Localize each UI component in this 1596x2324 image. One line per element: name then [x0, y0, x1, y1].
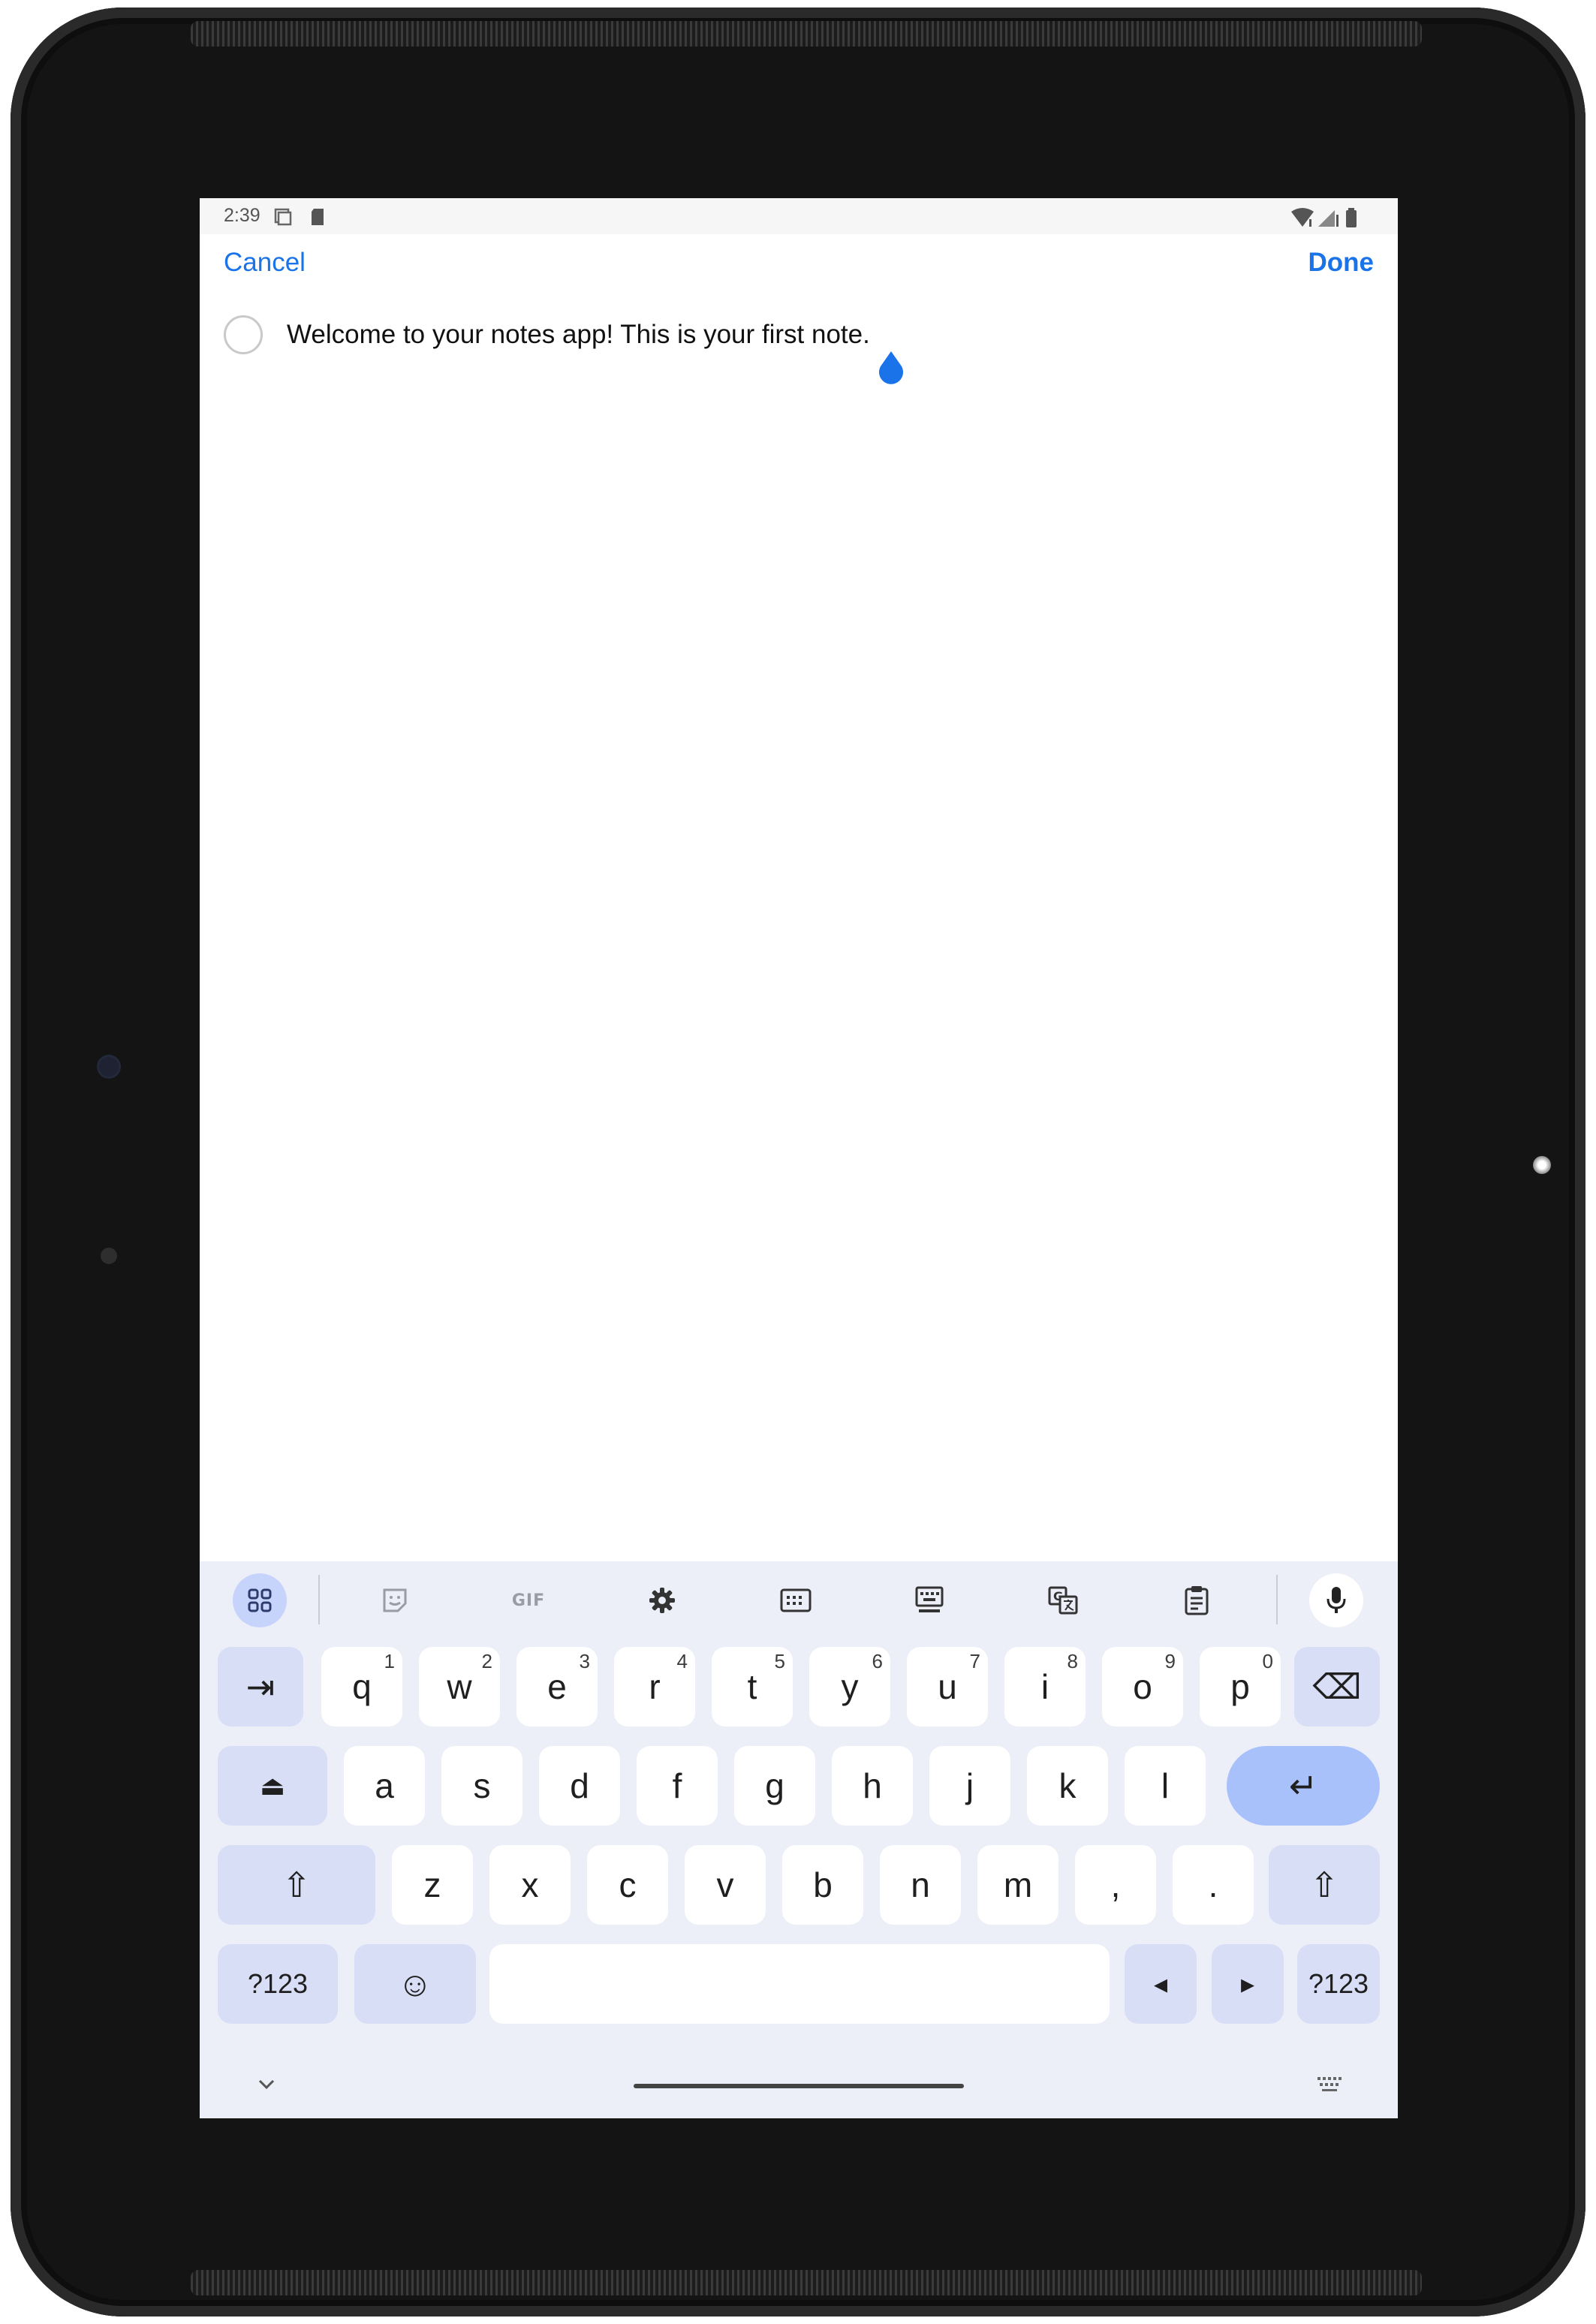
emoji-key[interactable]: ☺ [354, 1944, 476, 2024]
key-o[interactable]: o9 [1102, 1647, 1183, 1726]
screen: 2:39 Cancel Done Welcome to your notes a… [200, 198, 1398, 2118]
shift-left-key[interactable]: ⇧ [218, 1845, 375, 1925]
key-w[interactable]: w2 [419, 1647, 500, 1726]
key-l[interactable]: l [1125, 1746, 1206, 1826]
floating-keyboard-icon[interactable] [902, 1573, 956, 1627]
translate-icon[interactable]: G [1036, 1573, 1090, 1627]
home-indicator[interactable] [634, 2084, 964, 2088]
sticker-icon[interactable] [368, 1573, 422, 1627]
key-k[interactable]: k [1027, 1746, 1108, 1826]
key-y[interactable]: y6 [809, 1647, 890, 1726]
key-hint: 8 [1067, 1650, 1078, 1672]
key-hint: 5 [774, 1650, 785, 1672]
note-header: Cancel Done [200, 234, 1398, 302]
cancel-button[interactable]: Cancel [224, 248, 306, 278]
space-key[interactable] [489, 1944, 1110, 2024]
key-p[interactable]: p0 [1200, 1647, 1281, 1726]
speaker-grille-bottom [191, 2270, 1422, 2295]
key-period[interactable]: . [1173, 1845, 1254, 1925]
key-hint: 9 [1164, 1650, 1176, 1672]
key-hint: 0 [1262, 1650, 1273, 1672]
key-q[interactable]: q1 [321, 1647, 402, 1726]
keyboard-toolbar: GIF G [200, 1561, 1398, 1639]
symbols-key-right[interactable]: ?123 [1297, 1944, 1380, 2024]
mic-icon[interactable] [1309, 1573, 1363, 1627]
status-time: 2:39 [224, 205, 260, 226]
note-checkbox[interactable] [224, 315, 263, 354]
key-x[interactable]: x [489, 1845, 571, 1925]
done-button[interactable]: Done [1308, 248, 1375, 278]
light-sensor-icon [101, 1248, 117, 1264]
key-j[interactable]: j [929, 1746, 1010, 1826]
sd-card-icon [312, 209, 324, 225]
key-t[interactable]: t5 [712, 1647, 793, 1726]
caps-lock-key[interactable]: ⏏ [218, 1746, 327, 1826]
cursor-right-key[interactable]: ▸ [1212, 1944, 1284, 2024]
keyboard-switch-icon[interactable] [1315, 2075, 1344, 2094]
note-item[interactable]: Welcome to your notes app! This is your … [224, 311, 1380, 356]
key-e[interactable]: e3 [516, 1647, 598, 1726]
one-handed-icon[interactable] [769, 1573, 823, 1627]
front-camera-icon [99, 1057, 119, 1076]
key-comma[interactable]: , [1075, 1845, 1156, 1925]
key-hint: 7 [969, 1650, 980, 1672]
keyboard-nav-bar [200, 2057, 1398, 2118]
key-hint: 6 [872, 1650, 883, 1672]
key-hint: 4 [676, 1650, 688, 1672]
backspace-key[interactable]: ⌫ [1294, 1647, 1380, 1726]
wifi-icon [1291, 208, 1314, 227]
enter-key[interactable]: ↵ [1227, 1746, 1380, 1826]
clipboard-icon[interactable] [1170, 1573, 1224, 1627]
text-cursor-handle[interactable] [876, 350, 906, 387]
key-a[interactable]: a [344, 1746, 425, 1826]
speaker-grille-top [191, 21, 1422, 47]
key-s[interactable]: s [441, 1746, 522, 1826]
status-bar: 2:39 [200, 198, 1398, 234]
apps-grid-icon[interactable] [233, 1573, 287, 1627]
on-screen-keyboard: GIF G ⇥ q1 w2 e3 r 4 t 5 y 6 u 7 i 8 o 9… [200, 1561, 1398, 2118]
gif-icon[interactable]: GIF [501, 1573, 556, 1627]
key-v[interactable]: v [685, 1845, 766, 1925]
cursor-left-key[interactable]: ◂ [1125, 1944, 1197, 2024]
settings-icon[interactable] [635, 1573, 689, 1627]
key-m[interactable]: m [977, 1845, 1058, 1925]
chevron-down-icon[interactable] [255, 2076, 278, 2093]
note-text[interactable]: Welcome to your notes app! This is your … [287, 320, 870, 350]
key-b[interactable]: b [782, 1845, 863, 1925]
key-r[interactable]: r4 [614, 1647, 695, 1726]
key-hint: 3 [579, 1650, 590, 1672]
gif-label: GIF [511, 1591, 546, 1610]
key-z[interactable]: z [392, 1845, 473, 1925]
tab-key[interactable]: ⇥ [218, 1647, 303, 1726]
notification-led-icon [1533, 1156, 1551, 1174]
signal-icon [1318, 210, 1339, 227]
key-h[interactable]: h [832, 1746, 913, 1826]
key-u[interactable]: u7 [907, 1647, 988, 1726]
key-hint: 2 [481, 1650, 492, 1672]
key-d[interactable]: d [539, 1746, 620, 1826]
key-f[interactable]: f [637, 1746, 718, 1826]
key-c[interactable]: c [587, 1845, 668, 1925]
key-n[interactable]: n [880, 1845, 961, 1925]
toolbar-divider [318, 1575, 320, 1624]
symbols-key-left[interactable]: ?123 [218, 1944, 338, 2024]
key-hint: 1 [384, 1650, 395, 1672]
battery-icon [1346, 208, 1357, 227]
key-i[interactable]: i8 [1004, 1647, 1086, 1726]
toolbar-divider [1276, 1575, 1278, 1624]
shift-right-key[interactable]: ⇧ [1269, 1845, 1380, 1925]
screen-record-icon [274, 208, 292, 226]
key-g[interactable]: g [734, 1746, 815, 1826]
